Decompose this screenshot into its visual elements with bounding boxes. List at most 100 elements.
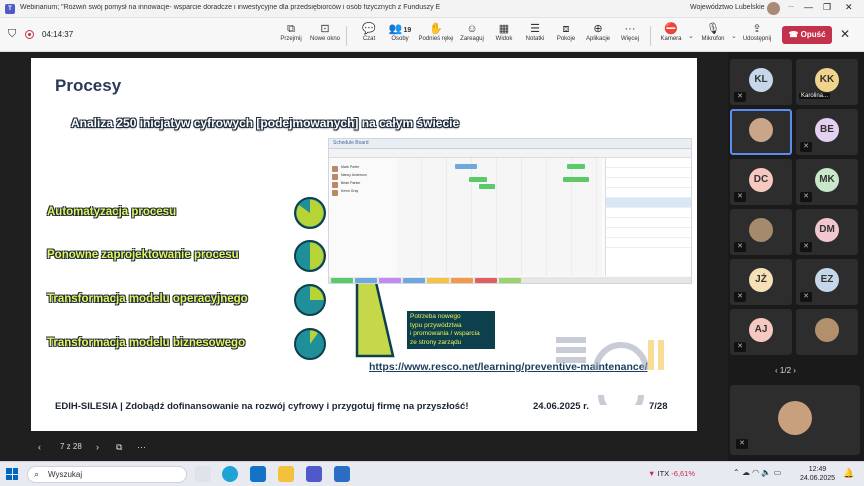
mic-off-icon: ✕ [734,242,746,252]
cloud-icon[interactable]: ☁ [742,468,752,477]
participant-tile[interactable]: DC ✕ [730,159,792,205]
apps-button[interactable]: ⊕ Aplikacje [580,22,616,42]
participant-tile[interactable]: ✕ [730,385,860,455]
file-explorer-icon[interactable] [278,466,294,482]
task-view-icon[interactable] [195,466,211,482]
taskbar-search[interactable]: ⌕ Wyszukaj [27,466,187,483]
avatar: DM [815,218,839,242]
rooms-icon: ⧈ [562,23,570,35]
slide-subtitle: Analiza 250 inicjatyw cyfrowych [podejmo… [71,116,460,130]
participant-tile[interactable]: DM ✕ [796,209,858,255]
participant-tile[interactable]: AJ ✕ [730,309,792,355]
more-icon: ··· [624,23,636,35]
status-strip [329,277,691,283]
participant-tile[interactable]: MK ✕ [796,159,858,205]
react-button[interactable]: ☺ Zareaguj [454,22,490,42]
chevron-up-icon[interactable]: ⌃ [733,468,742,477]
new-window-button[interactable]: ⊡ Nowe okno [307,22,343,42]
slide-footer: EDIH-SILESIA | Zdobądź dofinansowanie na… [55,401,469,412]
camera-button[interactable]: ⛔ Kamera [653,22,689,42]
participant-tile[interactable]: KK Karolina... [796,59,858,105]
more-options-button[interactable]: ··· [137,442,146,452]
participant-tile[interactable]: KL ✕ [730,59,792,105]
requirements-panel [605,158,691,276]
participant-tile[interactable]: BE ✕ [796,109,858,155]
chevron-down-icon[interactable]: ⌄ [688,32,694,40]
mic-off-icon: ✕ [734,92,746,102]
teams-icon[interactable] [306,466,322,482]
toolbar-divider [346,26,347,46]
mic-off-icon: ✕ [736,439,748,449]
participant-tile[interactable] [796,309,858,355]
participant-count: 19 [403,27,412,34]
chevron-down-icon[interactable]: ⌄ [731,32,737,40]
close-icon[interactable]: ✕ [840,27,850,41]
system-tray[interactable]: ⌃ ☁ ◠ 🔈 ▭ [733,468,781,477]
minimize-button[interactable]: — [804,2,813,12]
mic-off-icon: 🎙 [706,23,720,35]
edge-icon[interactable] [222,466,238,482]
more-options-button[interactable]: ... [788,2,794,9]
slide-page-number: 7/28 [649,401,668,412]
raise-hand-button[interactable]: ✋ Podnieś rękę [418,22,454,42]
leave-button[interactable]: ☎ Opuść [782,26,832,44]
pie-icon [294,240,326,272]
presenter-controls: ‹ 7 z 28 › ⧉ ··· [0,436,728,461]
react-icon: ☺ [466,23,478,35]
close-window-button[interactable]: ✕ [845,2,853,13]
new-window-icon: ⊡ [320,23,330,35]
windows-start-icon[interactable] [6,468,18,480]
take-control-button[interactable]: ⧉ Przejmij [273,22,309,42]
leadership-note: Potrzeba nowego typu przywództwa i promo… [407,311,495,349]
outlook-icon[interactable] [250,466,266,482]
booking-block [479,184,495,189]
notification-icon[interactable]: 🔔 [843,468,854,479]
avatar [749,118,773,142]
avatar [815,318,839,342]
more-button[interactable]: ··· Więcej [612,22,648,42]
resource-row: Brian Parker [329,181,397,189]
resource-row: Nancy Anderson [329,173,397,181]
avatar: MK [815,168,839,192]
participant-name: Karolina... [799,93,831,99]
participant-tile[interactable]: ✕ [730,209,792,255]
booking-block [455,164,477,169]
level-label: Automatyzacja procesu [47,206,177,218]
share-button[interactable]: ⇪ Udostępnij [739,22,775,42]
microphone-button[interactable]: 🎙 Mikrofon [695,22,731,42]
schedule-board-screenshot: Schedule Board Jun 23 2022 Jun 24 2022 M… [328,138,692,284]
next-slide-button[interactable]: › [96,442,99,452]
level-label: Ponowne zaprojektowanie procesu [47,249,239,261]
shield-icon[interactable]: ⛉ [8,28,16,41]
slide-title: Procesy [55,76,122,95]
grid-view-icon[interactable]: ⧉ [116,442,122,453]
schedule-board-header: Schedule Board [333,140,369,146]
taskbar-clock[interactable]: 12:49 24.06.2025 [800,465,835,483]
booking-block [469,177,487,182]
rooms-button[interactable]: ⧈ Pokoje [548,22,584,42]
stock-down-icon: ▼ [648,469,658,478]
chevron-right-icon[interactable]: › [791,366,796,375]
speaker-icon[interactable]: 🔈 [761,468,773,477]
apps-icon: ⊕ [593,23,603,35]
people-button[interactable]: 👥19 Osoby [382,22,418,42]
presentation-slide: Procesy Analiza 250 inicjatyw cyfrowych … [31,58,697,431]
stock-widget[interactable]: ▼ ITX -6,61% [648,469,695,478]
battery-icon[interactable]: ▭ [774,468,782,477]
maximize-button[interactable]: ❐ [823,2,831,13]
wifi-icon[interactable]: ◠ [752,468,761,477]
meeting-timer: 04:14:37 [42,30,74,39]
previous-slide-button[interactable]: ‹ [38,442,41,452]
title-bar: T Webinarium; "Rozwiń swój pomysł na inn… [0,0,864,18]
participant-tile[interactable]: EZ ✕ [796,259,858,305]
mic-off-icon: ✕ [734,292,746,302]
mic-off-icon: ✕ [800,242,812,252]
gallery-pager[interactable]: ‹ 1/2 › [775,366,796,375]
user-avatar[interactable] [767,2,780,15]
participant-tile[interactable]: JŻ ✕ [730,259,792,305]
avatar: KK [815,68,839,92]
word-icon[interactable] [334,466,350,482]
windows-taskbar: ⌕ Wyszukaj ▼ ITX -6,61% ⌃ ☁ ◠ 🔈 ▭ 12:49 24… [0,461,864,486]
participant-tile[interactable] [730,109,792,155]
avatar [749,218,773,242]
